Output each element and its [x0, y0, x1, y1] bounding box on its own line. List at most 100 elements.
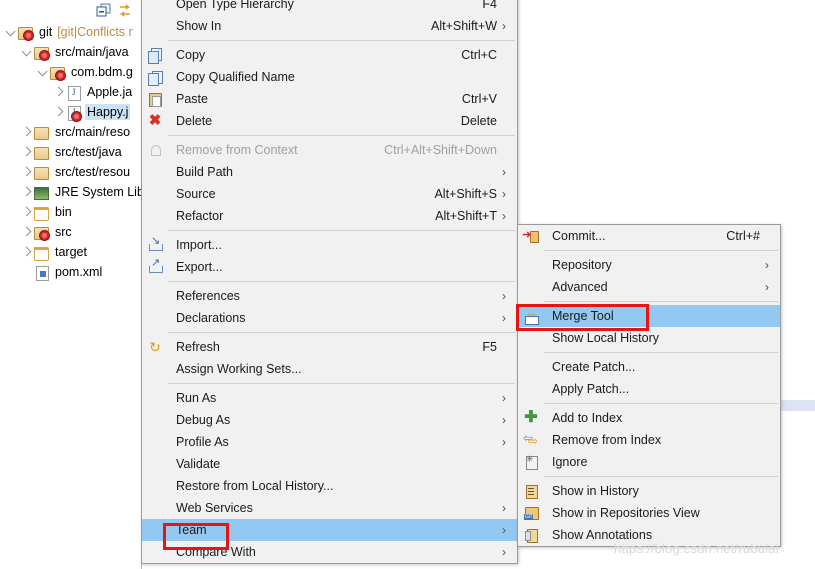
menu-item-export[interactable]: Export... › — [142, 256, 517, 278]
menu-item-import[interactable]: Import... › — [142, 234, 517, 256]
team-submenu[interactable]: Commit...Ctrl+#› Repository›Advanced› Merg… — [517, 224, 781, 547]
menu-item-accelerator: Alt+Shift+S — [434, 187, 497, 201]
menu-item-debug-as[interactable]: Debug As › — [142, 409, 517, 431]
tree-item-target[interactable]: target — [0, 242, 141, 262]
tree-item-src-test-resou[interactable]: src/test/resou — [0, 162, 141, 182]
menu-item-show-in[interactable]: Show In Alt+Shift+W › — [142, 15, 517, 37]
menu-item-accelerator: Ctrl+Alt+Shift+Down — [384, 143, 497, 157]
menu-item-web-services[interactable]: Web Services › — [142, 497, 517, 519]
menu-item-paste[interactable]: Paste Ctrl+V› — [142, 88, 517, 110]
menu-item-no-icon — [520, 276, 542, 298]
tree-item-src-main-java[interactable]: src/main/java — [0, 42, 141, 62]
menu-item-arrow-spacer: › — [760, 331, 774, 345]
tree-item-bin[interactable]: bin — [0, 202, 141, 222]
chevron-down-icon[interactable] — [18, 42, 34, 62]
export-icon — [144, 256, 166, 278]
menu-item-arrow-spacer: › — [497, 457, 511, 471]
menu-item-show-in-history[interactable]: Show in History › — [518, 480, 780, 502]
menu-item-run-as[interactable]: Run As › — [142, 387, 517, 409]
chevron-right-icon[interactable] — [18, 122, 34, 142]
tree-item-src-main-reso[interactable]: src/main/reso — [0, 122, 141, 142]
menu-item-assign-working-sets[interactable]: Assign Working Sets... › — [142, 358, 517, 380]
chevron-right-icon[interactable] — [50, 82, 66, 102]
menu-item-validate[interactable]: Validate › — [142, 453, 517, 475]
menu-item-copy-qualified-name[interactable]: Copy Qualified Name › — [142, 66, 517, 88]
collapse-all-icon[interactable] — [96, 3, 112, 19]
menu-item-repository[interactable]: Repository › — [518, 254, 780, 276]
menu-item-label: Run As — [176, 391, 217, 405]
menu-item-no-icon — [144, 0, 166, 15]
tree-item-src[interactable]: src — [0, 222, 141, 242]
tree-item-happy-j[interactable]: Happy.j — [0, 102, 141, 122]
menu-item-label: Assign Working Sets... — [176, 362, 302, 376]
tree-item-label: src/test/java — [55, 145, 122, 159]
menu-item-team[interactable]: Team › — [142, 519, 517, 541]
menu-item-remove-from-context[interactable]: Remove from Context Ctrl+Alt+Shift+Down› — [142, 139, 517, 161]
tree-item-apple-ja[interactable]: Apple.ja — [0, 82, 141, 102]
chevron-right-icon[interactable] — [18, 142, 34, 162]
submenu-arrow-icon: › — [502, 289, 506, 303]
tree-item-src-test-java[interactable]: src/test/java — [0, 142, 141, 162]
menu-item-add-to-index[interactable]: ✚ Add to Index › — [518, 407, 780, 429]
link-with-editor-icon[interactable] — [117, 3, 133, 19]
tree-item-pom-xml[interactable]: pom.xml — [0, 262, 141, 282]
menu-item-delete[interactable]: ✖DeleteDelete› — [142, 110, 517, 132]
menu-item-label: Copy — [176, 48, 206, 62]
chevron-right-icon[interactable] — [18, 162, 34, 182]
jre-library-icon — [34, 184, 50, 200]
menu-item-ignore[interactable]: Ignore › — [518, 451, 780, 473]
menu-item-references[interactable]: References › — [142, 285, 517, 307]
menu-item-label: Remove from Context — [176, 143, 298, 157]
menu-item-no-icon — [144, 358, 166, 380]
menu-item-build-path[interactable]: Build Path › — [142, 161, 517, 183]
menu-item-arrow-spacer: › — [497, 362, 511, 376]
menu-item-restore-from-local-history[interactable]: Restore from Local History... › — [142, 475, 517, 497]
submenu-arrow-icon: › — [502, 545, 506, 559]
menu-item-advanced[interactable]: Advanced › — [518, 276, 780, 298]
menu-item-remove-from-index[interactable]: Remove from Index › — [518, 429, 780, 451]
menu-item-label: Show In — [176, 19, 222, 33]
menu-separator — [168, 383, 515, 384]
package-conflict-icon — [50, 64, 66, 80]
menu-item-declarations[interactable]: Declarations › — [142, 307, 517, 329]
source-folder-icon — [34, 164, 50, 180]
menu-item-commit[interactable]: Commit... Ctrl+#› — [518, 225, 780, 247]
chevron-right-icon[interactable] — [18, 222, 34, 242]
chevron-down-icon[interactable] — [34, 62, 50, 82]
ignore-icon — [520, 451, 542, 473]
conflict-marker-icon — [56, 71, 65, 80]
menu-item-label: Add to Index — [552, 411, 623, 425]
tree-item-com-bdm-g[interactable]: com.bdm.g — [0, 62, 141, 82]
menu-item-no-icon — [144, 285, 166, 307]
tree-item-git[interactable]: git [git|Conflicts r — [0, 22, 141, 42]
chevron-right-icon[interactable] — [18, 242, 34, 262]
tree-item-jre-system-lib[interactable]: JRE System Lib — [0, 182, 141, 202]
tree-item-label-wrap: src/main/java — [53, 44, 131, 60]
submenu-arrow-icon: › — [502, 391, 506, 405]
menu-item-label: Export... — [176, 260, 223, 274]
menu-item-apply-patch[interactable]: Apply Patch... › — [518, 378, 780, 400]
menu-item-merge-tool[interactable]: Merge Tool › — [518, 305, 780, 327]
tree-item-label-wrap: git [git|Conflicts r — [37, 24, 135, 40]
chevron-right-icon[interactable] — [18, 202, 34, 222]
chevron-right-icon[interactable] — [50, 102, 66, 122]
menu-separator — [168, 40, 515, 41]
menu-item-refactor[interactable]: Refactor Alt+Shift+T › — [142, 205, 517, 227]
menu-item-label: Refactor — [176, 209, 224, 223]
menu-item-accelerator: F5 — [482, 340, 497, 354]
menu-item-source[interactable]: Source Alt+Shift+S › — [142, 183, 517, 205]
menu-item-profile-as[interactable]: Profile As › — [142, 431, 517, 453]
menu-item-show-in-repositories-view[interactable]: Show in Repositories View › — [518, 502, 780, 524]
tree-item-label: com.bdm.g — [71, 65, 133, 79]
context-menu[interactable]: Open Type HierarchyF4›Show InAlt+Shift+W… — [141, 0, 518, 564]
menu-item-open-type-hierarchy[interactable]: Open Type Hierarchy F4› — [142, 0, 517, 15]
menu-item-copy[interactable]: Copy Ctrl+C› — [142, 44, 517, 66]
menu-item-refresh[interactable]: ↻ Refresh F5› — [142, 336, 517, 358]
menu-item-create-patch[interactable]: Create Patch... › — [518, 356, 780, 378]
chevron-right-icon[interactable] — [18, 182, 34, 202]
package-explorer-tree[interactable]: git [git|Conflicts r src/main/java com.bdm.… — [0, 0, 141, 569]
chevron-down-icon[interactable] — [2, 22, 18, 42]
menu-item-compare-with[interactable]: Compare With › — [142, 541, 517, 563]
menu-item-show-local-history[interactable]: Show Local History › — [518, 327, 780, 349]
explorer-toolbar[interactable] — [0, 0, 141, 20]
